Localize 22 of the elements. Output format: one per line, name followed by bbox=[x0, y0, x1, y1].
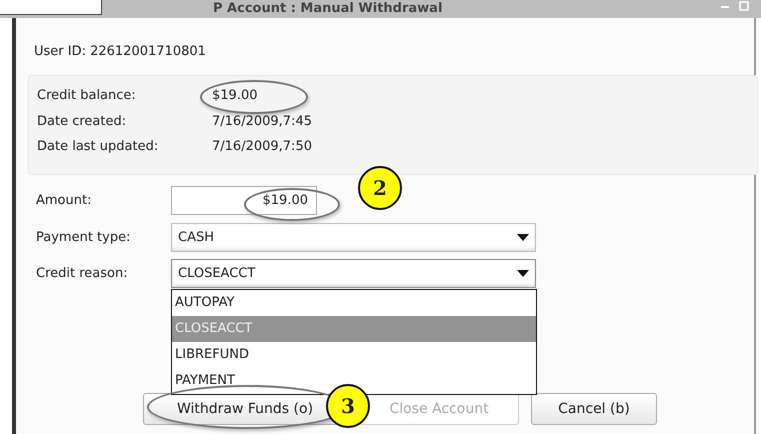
amount-label: Amount: bbox=[36, 192, 92, 210]
credit-reason-label: Credit reason: bbox=[36, 264, 129, 283]
dropdown-caret-icon[interactable] bbox=[517, 270, 529, 277]
info-label: Date last updated: bbox=[37, 138, 160, 156]
amount-field[interactable]: $19.00 bbox=[171, 186, 317, 215]
user-id-text: User ID: 22612001710801 bbox=[34, 43, 206, 61]
select-value: CASH bbox=[178, 228, 214, 247]
info-value: 7/16/2009,7:50 bbox=[212, 138, 312, 156]
callout-number: 2 bbox=[358, 166, 402, 210]
info-label: Credit balance: bbox=[37, 87, 137, 105]
dropdown-option[interactable]: LIBREFUND bbox=[172, 342, 536, 368]
info-value: $19.00 bbox=[212, 87, 258, 105]
info-value: 7/16/2009,7:45 bbox=[212, 112, 312, 130]
action-button[interactable]: Cancel (b) bbox=[531, 393, 657, 425]
info-label: Date created: bbox=[37, 112, 128, 130]
payment-type-label: Payment type: bbox=[36, 228, 132, 247]
dropdown-option[interactable]: AUTOPAY bbox=[172, 290, 536, 316]
credit-reason-select[interactable]: CLOSEACCT bbox=[171, 259, 536, 288]
payment-type-select[interactable]: CASH bbox=[171, 223, 536, 252]
window-title: P Account : Manual Withdrawal bbox=[213, 1, 442, 17]
dropdown-caret-icon[interactable] bbox=[517, 234, 529, 241]
select-value: CLOSEACCT bbox=[178, 264, 256, 283]
